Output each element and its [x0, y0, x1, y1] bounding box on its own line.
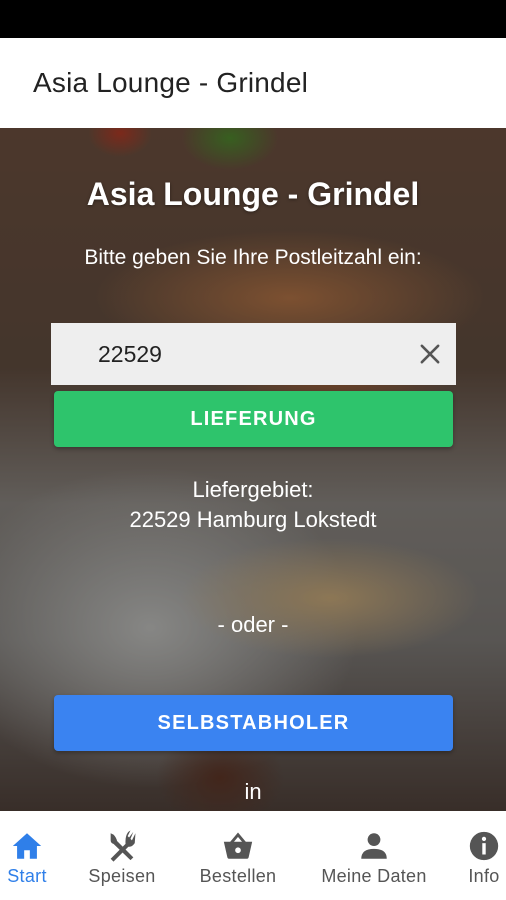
hero-content: Asia Lounge - Grindel Bitte geben Sie Ih…	[0, 128, 506, 811]
home-icon	[12, 833, 42, 859]
nav-item-meine-daten[interactable]: Meine Daten	[286, 811, 462, 900]
nav-item-info[interactable]: Info	[462, 811, 506, 900]
bottom-nav: Start Speisen Bestellen Meine Daten Info	[0, 811, 506, 900]
zip-input[interactable]	[51, 340, 411, 368]
nav-label-info: Info	[468, 866, 500, 886]
info-icon	[469, 831, 499, 861]
delivery-area: Liefergebiet: 22529 Hamburg Lokstedt	[0, 475, 506, 535]
hero-background: Asia Lounge - Grindel Bitte geben Sie Ih…	[0, 128, 506, 811]
nav-label-start: Start	[7, 866, 47, 886]
nav-label-bestellen: Bestellen	[199, 866, 277, 886]
fork-knife-icon	[110, 830, 136, 862]
basket-icon	[223, 832, 253, 859]
in-text: in	[244, 779, 262, 804]
zip-field[interactable]	[51, 323, 456, 385]
status-bar	[0, 0, 506, 38]
or-divider: - oder -	[217, 612, 289, 637]
delivery-area-label: Liefergebiet:	[192, 477, 314, 502]
app-bar: Asia Lounge - Grindel	[0, 38, 506, 128]
delivery-area-value: 22529 Hamburg Lokstedt	[129, 507, 377, 532]
nav-label-meine-daten: Meine Daten	[321, 866, 427, 886]
clear-icon[interactable]	[416, 340, 444, 368]
app-bar-title: Asia Lounge - Grindel	[33, 67, 309, 98]
nav-item-start[interactable]: Start	[0, 811, 54, 900]
restaurant-title: Asia Lounge - Grindel	[86, 176, 420, 212]
nav-item-bestellen[interactable]: Bestellen	[190, 811, 286, 900]
nav-item-speisen[interactable]: Speisen	[54, 811, 190, 900]
pickup-button[interactable]: SELBSTABHOLER	[54, 695, 453, 751]
nav-label-speisen: Speisen	[88, 866, 156, 886]
person-icon	[361, 833, 387, 859]
delivery-button[interactable]: LIEFERUNG	[54, 391, 453, 447]
zip-prompt: Bitte geben Sie Ihre Postleitzahl ein:	[84, 246, 422, 269]
